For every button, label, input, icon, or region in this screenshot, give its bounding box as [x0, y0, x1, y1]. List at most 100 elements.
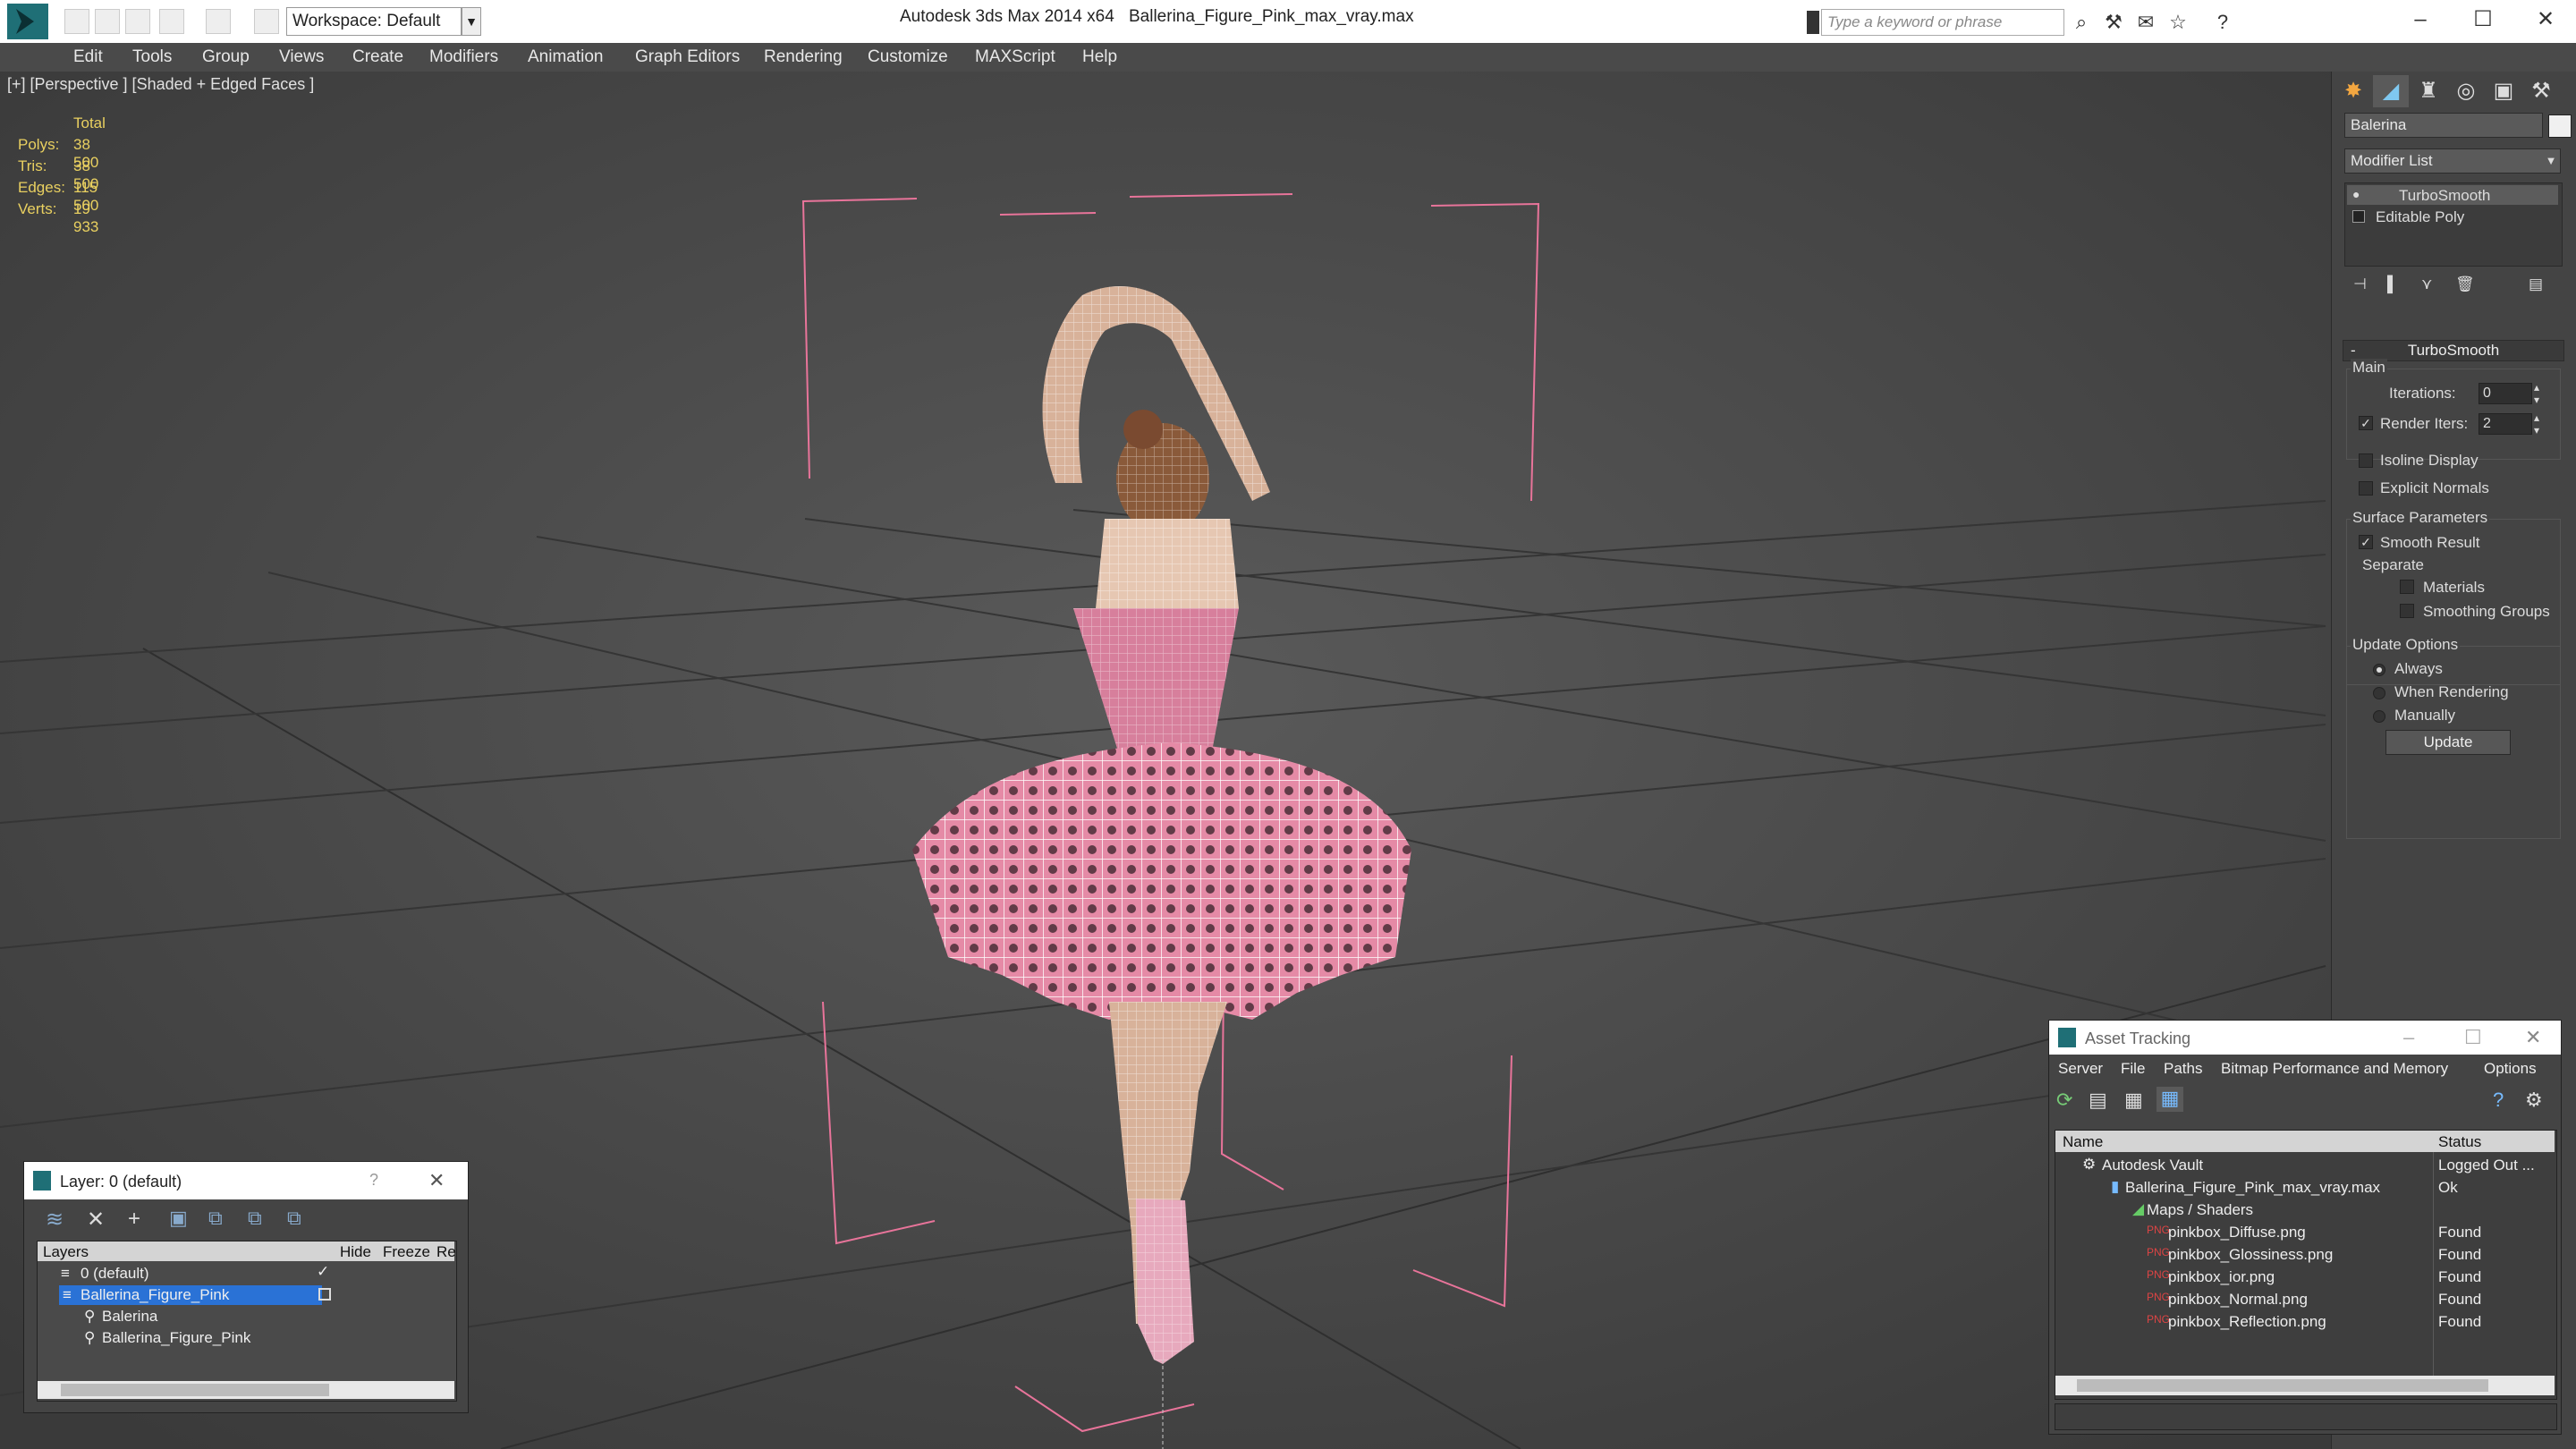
menu-server[interactable]: Server [2058, 1060, 2103, 1078]
menu-customize[interactable]: Customize [868, 43, 948, 72]
menu-options[interactable]: Options [2484, 1060, 2537, 1078]
menu-graph-editors[interactable]: Graph Editors [635, 43, 740, 72]
highlight-layer-icon[interactable]: ⧉ [208, 1207, 223, 1230]
manually-radio[interactable] [2373, 710, 2385, 723]
utilities-tab-icon[interactable]: ⚒ [2523, 75, 2559, 107]
minimize-icon[interactable]: – [2403, 1026, 2414, 1049]
bulb-icon[interactable]: ● [2352, 187, 2360, 201]
horizontal-scrollbar[interactable] [2055, 1376, 2555, 1395]
render-iters-spinner[interactable]: 2 [2479, 413, 2532, 435]
menu-file[interactable]: File [2121, 1060, 2145, 1078]
smoothing-groups-checkbox[interactable] [2400, 604, 2414, 618]
search-expand-icon[interactable] [1807, 11, 1819, 34]
close-icon[interactable]: ✕ [428, 1169, 445, 1192]
scrollbar-thumb[interactable] [2077, 1379, 2488, 1392]
help-icon[interactable]: ? [2493, 1089, 2504, 1112]
asset-path-field[interactable] [2055, 1403, 2557, 1430]
display-tab-icon[interactable]: ▣ [2486, 75, 2521, 107]
create-layer-icon[interactable]: ≋ [46, 1207, 64, 1233]
always-radio[interactable] [2373, 664, 2385, 676]
col-hide[interactable]: Hide [340, 1243, 371, 1261]
table-row[interactable]: PNG pinkbox_Reflection.png Found [2055, 1310, 2555, 1333]
subscription-icon[interactable]: ⚒ [2102, 11, 2125, 34]
menu-animation[interactable]: Animation [528, 43, 604, 72]
when-rendering-radio[interactable] [2373, 687, 2385, 699]
make-unique-icon[interactable]: ⋎ [2421, 275, 2432, 293]
save-file-icon[interactable] [125, 9, 150, 34]
stack-item-turbosmooth[interactable]: ● TurboSmooth [2347, 185, 2558, 205]
workspace-dropdown[interactable]: Workspace: Default [286, 7, 462, 36]
grid-view-icon[interactable]: ▦ [2157, 1087, 2183, 1112]
menu-bitmap-performance[interactable]: Bitmap Performance and Memory [2221, 1060, 2448, 1078]
horizontal-scrollbar[interactable] [38, 1381, 454, 1399]
table-row[interactable]: PNG pinkbox_ior.png Found [2055, 1266, 2555, 1288]
table-row[interactable]: ◢ Maps / Shaders [2055, 1199, 2555, 1221]
menu-edit[interactable]: Edit [73, 43, 103, 72]
motion-tab-icon[interactable]: ◎ [2448, 75, 2484, 107]
table-row[interactable]: PNG pinkbox_Glossiness.png Found [2055, 1243, 2555, 1266]
viewport-label[interactable]: [+] [Perspective ] [Shaded + Edged Faces… [7, 75, 314, 94]
current-layer-check-icon[interactable]: ✓ [317, 1263, 329, 1281]
scrollbar-thumb[interactable] [61, 1384, 329, 1396]
materials-checkbox[interactable] [2400, 580, 2414, 594]
favorites-star-icon[interactable]: ☆ [2166, 11, 2190, 34]
binoculars-icon[interactable]: ⌕ [2070, 11, 2093, 34]
col-layers[interactable]: Layers [43, 1243, 89, 1261]
freeze-all-icon[interactable]: ⧉ [287, 1207, 301, 1230]
refresh-icon[interactable]: ⟳ [2056, 1089, 2072, 1112]
set-current-icon[interactable] [318, 1288, 331, 1301]
layer-row-ballerina-object[interactable]: ⚲ Ballerina_Figure_Pink [38, 1327, 454, 1349]
open-file-icon[interactable] [95, 9, 120, 34]
minimize-icon[interactable]: – [2394, 4, 2447, 36]
show-end-result-icon[interactable]: ▌ [2387, 275, 2398, 293]
spinner-arrows-icon[interactable]: ▴ ▾ [2534, 381, 2539, 406]
search-input[interactable]: Type a keyword or phrase [1821, 9, 2064, 36]
maximize-icon[interactable]: ☐ [2464, 1026, 2482, 1049]
table-row[interactable]: PNG pinkbox_Diffuse.png Found [2055, 1221, 2555, 1243]
add-to-layer-icon[interactable]: + [128, 1207, 140, 1232]
settings-icon[interactable]: ⚙ [2525, 1089, 2543, 1112]
menu-views[interactable]: Views [279, 43, 324, 72]
app-logo-icon[interactable] [7, 4, 48, 39]
menu-create[interactable]: Create [352, 43, 403, 72]
render-iters-checkbox[interactable]: ✓ [2359, 416, 2373, 430]
asset-window-titlebar[interactable]: Asset Tracking – ☐ ✕ [2049, 1021, 2561, 1055]
menu-modifiers[interactable]: Modifiers [429, 43, 498, 72]
expand-icon[interactable] [2352, 210, 2365, 223]
help-icon[interactable]: ? [2211, 11, 2234, 34]
col-render[interactable]: Re [436, 1243, 456, 1261]
col-status[interactable]: Status [2438, 1133, 2481, 1151]
chevron-down-icon[interactable]: ▼ [462, 7, 481, 36]
communication-icon[interactable]: ✉ [2134, 11, 2157, 34]
table-row[interactable]: PNG pinkbox_Normal.png Found [2055, 1288, 2555, 1310]
undo-icon[interactable] [159, 9, 184, 34]
isoline-display-checkbox[interactable] [2359, 453, 2373, 468]
stack-item-editable-poly[interactable]: Editable Poly [2347, 207, 2558, 226]
list-view-icon[interactable]: ▤ [2089, 1089, 2107, 1112]
configure-sets-icon[interactable]: ▤ [2529, 275, 2543, 293]
hide-all-icon[interactable]: ⧉ [248, 1207, 262, 1230]
spinner-arrows-icon[interactable]: ▴ ▾ [2534, 411, 2539, 436]
menu-maxscript[interactable]: MAXScript [975, 43, 1055, 72]
object-color-swatch[interactable] [2548, 114, 2572, 138]
object-name-field[interactable]: Balerina [2344, 113, 2543, 138]
modifier-list-dropdown[interactable]: Modifier List [2344, 148, 2561, 174]
modify-tab-icon[interactable]: ◢ [2373, 75, 2409, 107]
update-button[interactable]: Update [2385, 730, 2511, 755]
close-icon[interactable]: ✕ [2525, 1026, 2541, 1049]
col-freeze[interactable]: Freeze [383, 1243, 430, 1261]
table-row[interactable]: ⚙ Autodesk Vault Logged Out ... [2055, 1154, 2555, 1176]
layer-window-titlebar[interactable]: Layer: 0 (default) ? ✕ [24, 1162, 468, 1199]
col-name[interactable]: Name [2063, 1133, 2103, 1151]
create-tab-icon[interactable]: ✸ [2335, 75, 2371, 107]
pin-stack-icon[interactable]: ⊣ [2353, 275, 2367, 293]
table-row[interactable]: ▮ Ballerina_Figure_Pink_max_vray.max Ok [2055, 1176, 2555, 1199]
smooth-result-checkbox[interactable]: ✓ [2359, 535, 2373, 549]
layer-row-ballerina-figure[interactable]: ≡ Ballerina_Figure_Pink [38, 1284, 454, 1306]
iterations-spinner[interactable]: 0 [2479, 383, 2532, 404]
table-view-icon[interactable]: ▦ [2124, 1089, 2143, 1112]
menu-rendering[interactable]: Rendering [764, 43, 843, 72]
close-icon[interactable]: ✕ [2519, 4, 2572, 36]
redo-icon[interactable] [206, 9, 231, 34]
delete-layer-icon[interactable]: ✕ [87, 1207, 105, 1233]
